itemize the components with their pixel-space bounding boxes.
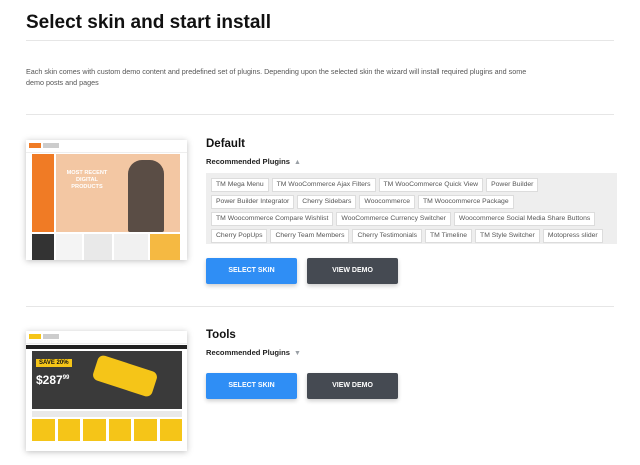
select-skin-button[interactable]: SELECT SKIN bbox=[206, 258, 297, 284]
skin-default-thumbnail[interactable]: MOST RECENT DIGITAL PRODUCTS bbox=[26, 140, 187, 260]
triangle-up-icon: ▲ bbox=[293, 159, 301, 166]
view-demo-button[interactable]: VIEW DEMO bbox=[307, 373, 398, 399]
intro-text: Each skin comes with custom demo content… bbox=[26, 67, 527, 87]
thumbnail-hero: SAVE 20% $28799 bbox=[32, 351, 182, 409]
view-demo-button[interactable]: VIEW DEMO bbox=[307, 258, 398, 284]
skin-tools-title: Tools bbox=[206, 329, 236, 341]
thumbnail-price: $28799 bbox=[36, 373, 70, 387]
plugin-chip: TM Mega Menu bbox=[211, 178, 269, 192]
plugin-chip: TM Woocommerce Compare Wishlist bbox=[211, 212, 334, 226]
thumbnail-hero-text: MOST RECENT DIGITAL PRODUCTS bbox=[66, 170, 108, 190]
plugin-chip: Cherry Testimonials bbox=[352, 229, 423, 243]
plugin-chip: Woocommerce bbox=[359, 195, 415, 209]
thumbnail-drill bbox=[91, 354, 159, 398]
recommended-plugins-toggle[interactable]: Recommended Plugins ▲ bbox=[206, 157, 301, 166]
triangle-down-icon: ▼ bbox=[293, 350, 301, 357]
recommended-plugins-label: Recommended Plugins bbox=[206, 348, 290, 357]
plugin-chip: Power Builder bbox=[486, 178, 539, 192]
plugin-chip: WooCommerce Currency Switcher bbox=[336, 212, 451, 226]
plugin-chip: TM Timeline bbox=[425, 229, 473, 243]
thumbnail-hero: MOST RECENT DIGITAL PRODUCTS bbox=[56, 154, 180, 232]
plugin-chip: TM WooCommerce Quick View bbox=[378, 178, 484, 192]
plugin-chip: TM Style Switcher bbox=[475, 229, 540, 243]
select-skin-button[interactable]: SELECT SKIN bbox=[206, 373, 297, 399]
page-title: Select skin and start install bbox=[26, 12, 271, 33]
skin-tools-thumbnail[interactable]: SAVE 20% $28799 bbox=[26, 331, 187, 451]
title-divider bbox=[26, 40, 614, 41]
thumbnail-promo: SAVE 20% bbox=[36, 359, 72, 367]
thumbnail-side-menu bbox=[32, 154, 54, 232]
plugin-chip: Cherry PopUps bbox=[211, 229, 268, 243]
plugin-chip: Cherry Team Members bbox=[270, 229, 350, 243]
plugin-chip: Cherry Sidebars bbox=[297, 195, 357, 209]
thumbnail-logo bbox=[29, 143, 41, 148]
plugin-chip: Power Builder Integrator bbox=[211, 195, 295, 209]
skin-default-title: Default bbox=[206, 138, 245, 150]
plugin-chip: TM Woocommerce Package bbox=[417, 195, 514, 209]
plugin-chip: Woocommerce Social Media Share Buttons bbox=[453, 212, 596, 226]
plugin-chip: Motopress slider bbox=[542, 229, 603, 243]
thumbnail-logo bbox=[29, 334, 41, 339]
recommended-plugins-toggle[interactable]: Recommended Plugins ▼ bbox=[206, 348, 301, 357]
plugins-panel: TM Mega Menu TM WooCommerce Ajax Filters T… bbox=[206, 173, 617, 244]
plugin-chip: TM WooCommerce Ajax Filters bbox=[271, 178, 376, 192]
recommended-plugins-label: Recommended Plugins bbox=[206, 157, 290, 166]
skin-divider bbox=[26, 306, 614, 307]
intro-divider bbox=[26, 114, 614, 115]
